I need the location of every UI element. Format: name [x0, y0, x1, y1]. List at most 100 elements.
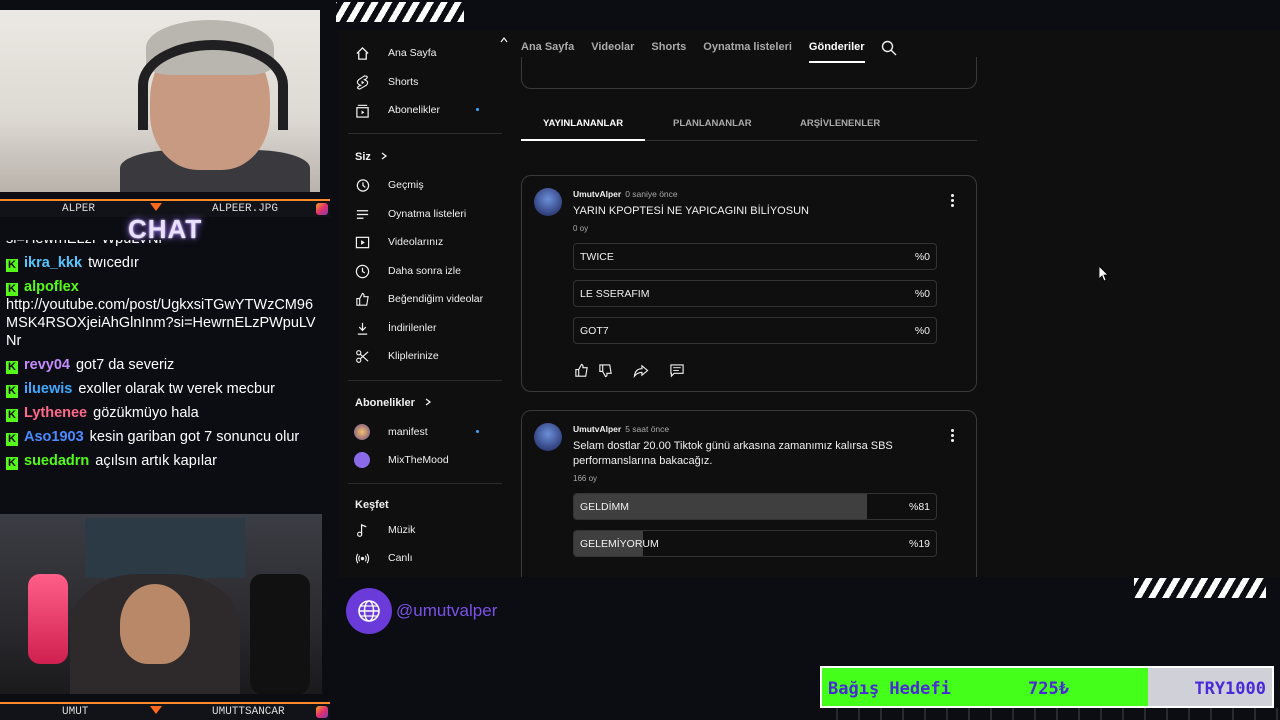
donation-label: Bağış Hedefi: [828, 679, 951, 699]
community-post: UmutvAlper 0 saniye önce YARIN KPOPTESİ NE…: [521, 175, 977, 392]
chevron-right-icon: [371, 151, 388, 163]
sidebar-divider: [348, 133, 502, 134]
post-text: YARIN KPOPTESİ NE YAPICAGINI BİLİYOSUN: [573, 205, 809, 217]
webcam-bottom-nameplate: UMUT UMUTTSANCAR: [0, 702, 330, 720]
poll-option[interactable]: LE SSERAFIM %0: [573, 280, 937, 307]
sidebar-section-explore[interactable]: Keşfet: [355, 499, 389, 511]
sidebar-item-label: Ana Sayfa: [388, 47, 437, 59]
tab-2[interactable]: Shorts: [651, 41, 686, 53]
home-icon: [354, 45, 370, 61]
poll-option-label: GELEMİYORUM: [580, 538, 659, 550]
chevron-up-icon[interactable]: [500, 30, 508, 48]
triangle-marker-icon: [150, 706, 162, 714]
donation-goal: TRY1000: [1194, 679, 1266, 699]
sidebar-item-manifest[interactable]: manifest: [354, 419, 479, 445]
poll-option[interactable]: GOT7 %0: [573, 317, 937, 344]
channel-avatar[interactable]: [534, 423, 562, 451]
webcam-bottom: [0, 514, 322, 694]
like-icon[interactable]: [570, 362, 592, 378]
post-author[interactable]: UmutvAlper 0 saniye önce: [573, 189, 678, 199]
sidebar-item-main-0[interactable]: Ana Sayfa: [354, 40, 436, 66]
stream-screen: ALPER ALPEER.JPG CHAT si=HewrnELzPWpuLVN…: [0, 0, 1280, 720]
sidebar-item-explore-1[interactable]: Canlı: [354, 545, 413, 571]
chat-message: K Lythenee gözükmüyo hala: [6, 404, 324, 422]
vote-count: 166 oy: [573, 474, 598, 483]
more-options-icon[interactable]: [951, 194, 954, 209]
subtab-2[interactable]: ARŞİVLENENLER: [800, 118, 880, 129]
chat-username[interactable]: alpoflex: [24, 279, 79, 295]
post-author[interactable]: UmutvAlper 5 saat önce: [573, 424, 669, 434]
chat-text: http://youtube.com/post/UgkxsiTGwYTWzCM9…: [6, 297, 316, 349]
subtab-1[interactable]: PLANLANANLAR: [673, 118, 752, 129]
chat-username[interactable]: revy04: [24, 357, 70, 373]
sidebar-item-you-6[interactable]: Kliplerinize: [354, 343, 439, 369]
webcam-top-handle: ALPEER.JPG: [212, 203, 279, 215]
sidebar-item-you-4[interactable]: Beğendiğim videolar: [354, 286, 483, 312]
post-subtabs: YAYINLANANLAR PLANLANANLAR ARŞİVLENENLER: [520, 116, 977, 141]
tab-0[interactable]: Ana Sayfa: [521, 41, 574, 53]
post-actions: [570, 362, 688, 378]
channel-avatar: [354, 452, 370, 468]
kick-badge-icon: K: [6, 409, 18, 422]
globe-icon: [346, 588, 392, 634]
sidebar-item-label: Abonelikler: [388, 104, 440, 116]
sidebar-item-label: Shorts: [388, 76, 419, 88]
poll-option[interactable]: TWICE %0: [573, 243, 937, 270]
sidebar-item-you-0[interactable]: Geçmiş: [354, 172, 424, 198]
chat-username[interactable]: ikra_kkk: [24, 255, 82, 271]
sidebar-item-main-1[interactable]: Shorts: [354, 69, 418, 95]
decor-chevrons: [816, 708, 1280, 720]
channel-avatar[interactable]: [534, 188, 562, 216]
share-icon[interactable]: [630, 362, 652, 378]
kick-badge-icon: K: [6, 361, 18, 374]
chat-username[interactable]: suedadrn: [24, 453, 89, 469]
tab-1[interactable]: Videolar: [591, 41, 634, 53]
youtube-sidebar: Ana Sayfa Shorts Abonelikler Siz Geçmiş Oyna…: [338, 30, 508, 577]
instagram-icon: [316, 203, 328, 215]
chat-username[interactable]: Lythenee: [24, 405, 87, 421]
community-post: UmutvAlper 5 saat önce Selam dostlar 20.00…: [521, 410, 977, 577]
previous-post-card: [521, 57, 977, 89]
webcam-bottom-handle: UMUTTSANCAR: [212, 706, 285, 718]
poll-option-percent: %81: [908, 501, 930, 513]
poll-option[interactable]: GELEMİYORUM %19: [573, 530, 937, 557]
sidebar-section-you[interactable]: Siz: [355, 151, 388, 163]
your-videos-icon: [354, 234, 370, 250]
live-icon: [354, 550, 370, 566]
dislike-icon[interactable]: [594, 362, 616, 378]
tab-3[interactable]: Oynatma listeleri: [703, 41, 792, 53]
section-title: Keşfet: [355, 499, 389, 511]
vote-count: 0 oy: [573, 224, 589, 233]
more-options-icon[interactable]: [951, 429, 954, 444]
section-title: Abonelikler: [355, 397, 415, 409]
webcam-bottom-name: UMUT: [62, 706, 89, 718]
channel-avatar: [354, 424, 370, 440]
tab-4[interactable]: Gönderiler: [808, 41, 865, 63]
poll-option[interactable]: GELDİMM %81: [573, 493, 937, 520]
sidebar-item-you-3[interactable]: Daha sonra izle: [354, 258, 461, 284]
kick-badge-icon: K: [6, 283, 18, 296]
search-icon[interactable]: [881, 40, 897, 56]
sidebar-divider: [348, 380, 502, 381]
kick-badge-icon: K: [6, 457, 18, 470]
comment-icon[interactable]: [666, 362, 688, 378]
sidebar-item-you-2[interactable]: Videolarınız: [354, 229, 443, 255]
kick-badge-icon: K: [6, 385, 18, 398]
mouse-cursor-icon: [1099, 266, 1109, 282]
sidebar-item-you-1[interactable]: Oynatma listeleri: [354, 201, 466, 227]
clips-icon: [354, 348, 370, 364]
sidebar-item-explore-0[interactable]: Müzik: [354, 517, 415, 543]
chat-username[interactable]: iluewis: [24, 381, 72, 397]
subtab-0[interactable]: YAYINLANANLAR: [520, 118, 646, 141]
sidebar-item-you-5[interactable]: İndirilenler: [354, 315, 436, 341]
chat-message: Kalpoflex http://youtube.com/post/UgkxsiT…: [6, 278, 324, 350]
sidebar-section-subscriptions[interactable]: Abonelikler: [355, 397, 432, 409]
chat-username[interactable]: Aso1903: [24, 429, 84, 445]
sidebar-item-mixthemood[interactable]: MixTheMood: [354, 447, 449, 473]
sidebar-item-main-2[interactable]: Abonelikler: [354, 97, 479, 123]
poll-option-label: GOT7: [580, 325, 609, 337]
kick-badge-icon: K: [6, 433, 18, 446]
sidebar-item-label: Kliplerinize: [388, 350, 439, 362]
sidebar-item-label: manifest: [388, 426, 428, 438]
decor-stripes-top: [336, 2, 464, 22]
